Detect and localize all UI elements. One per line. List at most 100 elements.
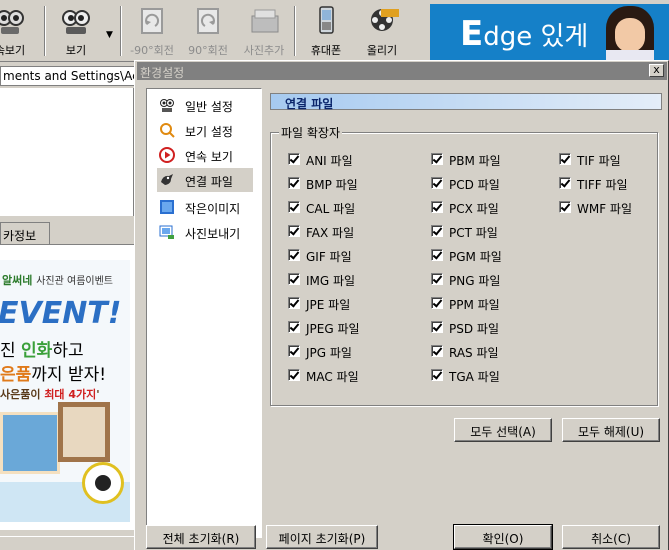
checkbox-checked-icon[interactable]	[431, 225, 443, 237]
nav-label: 연결 파일	[185, 175, 233, 189]
dialog-titlebar[interactable]: 환경설정 x	[137, 62, 667, 80]
nav-item-view[interactable]: 보기 설정	[157, 118, 253, 142]
add-photo-icon	[251, 9, 279, 33]
checkbox-checked-icon[interactable]	[431, 201, 443, 213]
file-association-icon	[161, 174, 173, 185]
settings-dialog: 환경설정 x 일반 설정 보기 설정 연속 보기 연결 파일 작은이미지 사진보…	[134, 60, 669, 550]
checkbox-checked-icon[interactable]	[431, 345, 443, 357]
toolbar-slideshow-button[interactable]: 속보기	[0, 4, 38, 60]
thumbnail-icon	[160, 200, 174, 214]
extension-label: CAL 파일	[306, 202, 356, 216]
extension-label: WMF 파일	[577, 202, 633, 216]
checkbox-checked-icon[interactable]	[288, 345, 300, 357]
extension-label: PBM 파일	[449, 154, 501, 168]
toolbar-mobile-label: 휴대폰	[310, 44, 342, 57]
view-settings-icon	[160, 123, 175, 138]
nav-item-general[interactable]: 일반 설정	[157, 93, 253, 117]
checkbox-checked-icon[interactable]	[431, 369, 443, 381]
ad-mascot-eye-icon	[82, 462, 124, 504]
checkbox-checked-icon[interactable]	[431, 297, 443, 309]
checkbox-checked-icon[interactable]	[288, 249, 300, 261]
banner-person-image	[606, 6, 654, 60]
nav-item-file-association[interactable]: 연결 파일	[157, 168, 253, 192]
toolbar-rotate-right-button[interactable]: 90°회전	[180, 4, 236, 60]
checkbox-checked-icon[interactable]	[288, 297, 300, 309]
extension-label: PSD 파일	[449, 322, 499, 336]
ad-event-heading: EVENT!	[0, 296, 122, 331]
ad-line-print: 진 인화하고	[0, 341, 84, 361]
extension-label: TIF 파일	[577, 154, 621, 168]
checkbox-checked-icon[interactable]	[431, 249, 443, 261]
checkbox-checked-icon[interactable]	[288, 201, 300, 213]
tab-info[interactable]: 카정보	[0, 222, 50, 244]
rotate-left-icon	[141, 8, 163, 34]
slideshow-play-icon	[159, 147, 175, 163]
reset-all-button[interactable]: 전체 초기화(R)	[146, 525, 256, 549]
chevron-down-icon[interactable]: ▼	[106, 30, 113, 40]
toolbar-separator	[120, 6, 122, 56]
checkbox-checked-icon[interactable]	[431, 153, 443, 165]
toolbar-view-button[interactable]: 보기	[48, 4, 104, 60]
nav-label: 사진보내기	[185, 227, 241, 241]
extension-label: PPM 파일	[449, 298, 500, 312]
checkbox-checked-icon[interactable]	[288, 321, 300, 333]
toolbar-mobile-button[interactable]: 휴대폰	[298, 4, 354, 60]
nav-item-send-photo[interactable]: 사진보내기	[157, 220, 253, 244]
checkbox-checked-icon[interactable]	[288, 225, 300, 237]
ad-line-max: 사은품이 최대 4가지'	[0, 388, 100, 401]
nav-item-slideshow[interactable]: 연속 보기	[157, 143, 253, 167]
extension-label: IMG 파일	[306, 274, 356, 288]
toolbar-rotate-left-label: -90°회전	[130, 44, 174, 57]
checkbox-checked-icon[interactable]	[431, 273, 443, 285]
general-settings-icon	[160, 99, 174, 112]
event-ad-banner[interactable]: 알써네 사진관 여름이벤트 EVENT! 진 인화하고 은품까지 받자! 사은품…	[0, 260, 130, 522]
select-all-button[interactable]: 모두 선택(A)	[454, 418, 552, 442]
checkbox-checked-icon[interactable]	[288, 177, 300, 189]
view-icon	[62, 10, 90, 34]
extension-label: PGM 파일	[449, 250, 502, 264]
close-icon[interactable]: x	[649, 64, 664, 77]
banner-text: Edge 있게	[460, 14, 589, 54]
toolbar-slideshow-label: 속보기	[0, 44, 26, 57]
section-title: 연결 파일	[285, 97, 334, 111]
toolbar-separator	[294, 6, 296, 56]
extension-label: PCT 파일	[449, 226, 498, 240]
edge-banner-ad[interactable]: Edge 있게	[430, 4, 669, 60]
extension-label: TIFF 파일	[577, 178, 628, 192]
checkbox-checked-icon[interactable]	[431, 321, 443, 333]
toolbar-rotate-left-button[interactable]: -90°회전	[124, 4, 180, 60]
nav-label: 작은이미지	[185, 202, 241, 216]
deselect-all-button[interactable]: 모두 해제(U)	[562, 418, 660, 442]
nav-item-thumbnail[interactable]: 작은이미지	[157, 195, 253, 219]
checkbox-checked-icon[interactable]	[288, 153, 300, 165]
toolbar-add-photo-button[interactable]: 사진추가	[236, 4, 292, 60]
extension-label: PCX 파일	[449, 202, 499, 216]
checkbox-checked-icon[interactable]	[288, 273, 300, 285]
extension-label: MAC 파일	[306, 370, 359, 384]
extension-label: FAX 파일	[306, 226, 355, 240]
address-bar[interactable]: ments and Settings\Ac	[0, 66, 140, 86]
checkbox-checked-icon[interactable]	[431, 177, 443, 189]
ok-button[interactable]: 확인(O)	[453, 524, 553, 550]
extension-label: JPE 파일	[306, 298, 351, 312]
folder-tree-panel[interactable]	[0, 88, 134, 216]
slideshow-icon	[0, 10, 24, 34]
upload-video-icon	[371, 9, 399, 31]
mobile-phone-icon	[319, 6, 334, 34]
checkbox-checked-icon[interactable]	[288, 369, 300, 381]
toolbar-add-photo-label: 사진추가	[243, 44, 285, 57]
extension-label: ANI 파일	[306, 154, 353, 168]
ad-frame-image	[58, 402, 110, 462]
cancel-button[interactable]: 취소(C)	[562, 525, 660, 549]
nav-label: 보기 설정	[185, 125, 233, 139]
extension-label: PNG 파일	[449, 274, 501, 288]
checkbox-checked-icon[interactable]	[559, 177, 571, 189]
nav-label: 연속 보기	[185, 150, 233, 164]
extension-label: RAS 파일	[449, 346, 499, 360]
reset-page-button[interactable]: 페이지 초기화(P)	[266, 525, 378, 549]
toolbar-upload-button[interactable]: 올리기	[354, 4, 410, 60]
ad-photo-image	[0, 412, 60, 474]
checkbox-checked-icon[interactable]	[559, 153, 571, 165]
toolbar-separator	[44, 6, 46, 56]
checkbox-checked-icon[interactable]	[559, 201, 571, 213]
